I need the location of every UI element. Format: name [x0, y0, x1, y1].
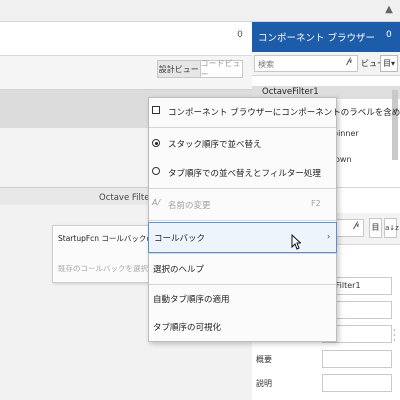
resize-grip-icon[interactable]: · · · — [393, 327, 396, 345]
callback-label: コールバック — [154, 233, 206, 244]
sort-tab-order-menu-item[interactable]: タブ順序での並べ替えとフィルター処理 — [148, 158, 337, 188]
design-view-button[interactable]: 設計ビュー — [158, 61, 201, 77]
tree-root-label[interactable]: OctaveFilter1 — [262, 87, 319, 97]
checkbox-icon[interactable] — [152, 106, 160, 114]
view-toggle: 設計ビュー コードビュー — [157, 59, 243, 79]
property-value-field[interactable] — [322, 374, 392, 392]
sort-stack-order-menu-item[interactable]: スタック順序で並べ替え — [148, 129, 337, 159]
apply-auto-tab-order-label: 自動タブ順序の適用 — [153, 295, 230, 305]
radio-unselected-icon[interactable] — [152, 167, 160, 175]
menu-separator — [149, 220, 336, 221]
code-view-button[interactable]: コードビュー — [201, 59, 243, 79]
apply-auto-tab-order-menu-item[interactable]: 自動タブ順序の適用 — [148, 284, 337, 314]
pin-icon[interactable]: 0 — [386, 30, 392, 40]
sort-tab-order-label: タブ順序での並べ替えとフィルター処理 — [168, 169, 321, 179]
property-value-field[interactable] — [322, 350, 392, 368]
mouse-cursor-icon — [291, 234, 301, 250]
component-browser-title: コンポーネント ブラウザー — [258, 33, 376, 44]
sort-stack-order-label: スタック順序で並べ替え — [168, 140, 262, 150]
pin-icon[interactable]: 0 — [234, 30, 246, 42]
property-label-summary: 概要 — [256, 355, 272, 364]
tree-item-label[interactable]: own — [335, 155, 352, 164]
search-icon[interactable]: 𝓅 — [346, 56, 352, 66]
top-toolbar-strip — [0, 0, 400, 22]
search-icon[interactable]: 𝓅 — [353, 220, 359, 230]
include-labels-label: コンポーネント ブラウザーにコンポーネントのラベルを含める — [168, 108, 400, 118]
component-search-input[interactable] — [258, 58, 342, 70]
group-by-category-button[interactable]: 目 — [369, 218, 382, 238]
rename-shortcut: F2 — [311, 199, 321, 208]
rename-menu-item: 名前の変更 — [148, 190, 337, 220]
property-label-description: 説明 — [256, 379, 272, 388]
selection-help-menu-item[interactable]: 選択のヘルプ — [148, 254, 337, 284]
select-existing-callback-item: 既存のコールバックを選択... — [58, 264, 156, 273]
tree-scrollbar[interactable] — [392, 90, 398, 160]
include-labels-menu-item[interactable]: コンポーネント ブラウザーにコンポーネントのラベルを含める — [148, 97, 400, 127]
rename-label: 名前の変更 — [168, 201, 211, 211]
visualize-tab-order-label: タブ順序の可視化 — [153, 323, 222, 333]
menu-separator — [149, 127, 336, 128]
submenu-arrow-icon: › — [327, 232, 331, 241]
visualize-tab-order-menu-item[interactable]: タブ順序の可視化 — [148, 312, 337, 342]
rename-icon: A/ — [152, 198, 161, 207]
designer-header — [0, 22, 252, 56]
collapse-chevron-icon[interactable]: ▲ — [384, 4, 394, 16]
sort-alphabetical-button[interactable]: a↓z — [384, 218, 399, 238]
menu-separator — [149, 188, 336, 189]
selection-help-label: 選択のヘルプ — [153, 265, 205, 275]
radio-selected-icon[interactable] — [152, 139, 160, 147]
callback-menu-item[interactable]: コールバック — [148, 222, 337, 253]
view-options-button[interactable]: 目▾ — [380, 55, 398, 72]
